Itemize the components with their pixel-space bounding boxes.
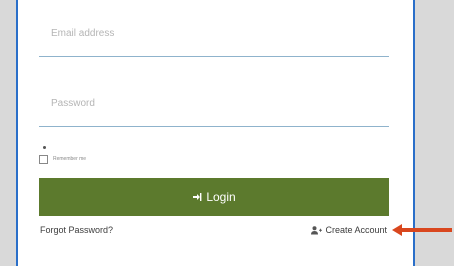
login-label: Login xyxy=(206,190,236,204)
create-account-label: Create Account xyxy=(325,225,387,235)
login-button[interactable]: Login xyxy=(39,178,389,216)
create-account-link[interactable]: Create Account xyxy=(311,225,387,235)
password-placeholder: Password xyxy=(51,98,95,109)
email-field[interactable]: Email address xyxy=(39,22,389,60)
password-field[interactable]: Password xyxy=(39,92,389,130)
forgot-password-link[interactable]: Forgot Password? xyxy=(40,225,113,235)
arrow-left-icon xyxy=(392,224,452,236)
remember-label: Remember me xyxy=(53,156,87,162)
email-underline xyxy=(39,56,389,57)
password-underline xyxy=(39,126,389,127)
email-placeholder: Email address xyxy=(51,28,115,39)
remember-checkbox[interactable] xyxy=(39,154,48,164)
user-plus-icon xyxy=(311,225,323,234)
remember-me[interactable]: Remember me xyxy=(39,153,86,165)
login-card: Email address Password Remember me Login… xyxy=(16,0,415,266)
password-dot xyxy=(43,146,46,149)
sign-in-icon xyxy=(193,193,202,201)
